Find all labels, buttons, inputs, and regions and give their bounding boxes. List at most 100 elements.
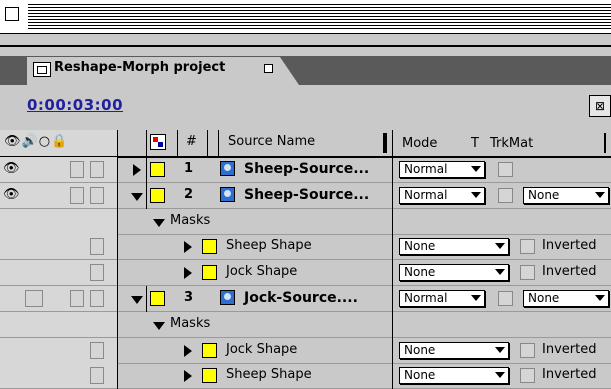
column-divider	[146, 286, 147, 312]
layer-number: 1	[184, 161, 194, 176]
layer-source-name[interactable]: Jock-Source....	[244, 290, 358, 306]
chevron-down-icon	[495, 372, 505, 378]
column-resize-handle[interactable]	[383, 133, 387, 153]
inverted-label: Inverted	[542, 238, 597, 253]
toolbar-divider	[0, 45, 611, 47]
video-switch[interactable]	[25, 290, 43, 307]
mode-dropdown[interactable]: Normal	[399, 161, 485, 178]
tab-title[interactable]: Reshape-Morph project	[54, 60, 225, 75]
trkmat-value: None	[528, 188, 560, 202]
mode-dropdown[interactable]: Normal	[399, 290, 485, 307]
trkmat-value: None	[528, 291, 560, 305]
footage-icon	[220, 290, 235, 305]
twirl-down-icon[interactable]	[153, 219, 165, 227]
mode-dropdown[interactable]: Normal	[399, 187, 485, 204]
switch-cell	[0, 312, 117, 338]
trkmat-header: TrkMat	[490, 136, 534, 151]
inverted-checkbox[interactable]	[520, 368, 535, 383]
twirl-right-icon[interactable]	[133, 164, 141, 176]
column-divider	[392, 209, 393, 235]
column-divider	[392, 312, 393, 338]
label-color-swatch[interactable]	[150, 188, 165, 203]
chevron-down-icon	[595, 295, 605, 301]
twirl-down-icon[interactable]	[153, 322, 165, 330]
column-divider	[146, 157, 147, 183]
column-divider	[117, 312, 118, 338]
twirl-right-icon[interactable]	[184, 345, 192, 357]
column-divider	[117, 209, 118, 235]
twirl-right-icon[interactable]	[184, 370, 192, 382]
inverted-checkbox[interactable]	[520, 265, 535, 280]
label-color-swatch[interactable]	[150, 162, 165, 177]
label-color-swatch[interactable]	[150, 291, 165, 306]
eye-icon[interactable]: 👁	[3, 161, 20, 176]
mask-mode-dropdown[interactable]: None	[399, 264, 509, 281]
current-time-display[interactable]: 0:00:03:00	[27, 96, 123, 114]
trkmat-dropdown[interactable]: None	[523, 187, 609, 204]
twirl-down-icon[interactable]	[131, 193, 143, 201]
mask-color-swatch[interactable]	[202, 368, 217, 383]
mask-color-swatch[interactable]	[202, 343, 217, 358]
twirl-right-icon[interactable]	[184, 267, 192, 279]
chevron-down-icon	[471, 295, 481, 301]
mode-value: Normal	[404, 188, 448, 202]
preserve-transparency-checkbox[interactable]	[498, 291, 513, 306]
column-divider	[392, 260, 393, 286]
layer-source-name[interactable]: Sheep-Source...	[244, 161, 369, 177]
lock-switch[interactable]	[90, 264, 104, 281]
window-close-box[interactable]	[5, 7, 19, 21]
chevron-down-icon	[495, 243, 505, 249]
mask-name[interactable]: Sheep Shape	[226, 238, 312, 253]
eye-icon[interactable]: 👁	[3, 187, 20, 202]
chevron-down-icon	[471, 192, 481, 198]
lock-switch[interactable]	[90, 238, 104, 255]
lock-switch[interactable]	[90, 342, 104, 359]
inverted-checkbox[interactable]	[520, 239, 535, 254]
mask-mode-dropdown[interactable]: None	[399, 367, 509, 384]
footage-icon	[220, 161, 235, 176]
column-divider	[117, 363, 118, 389]
lock-switch[interactable]	[90, 290, 104, 307]
column-divider	[146, 183, 147, 209]
switch-cell	[0, 209, 117, 235]
source-name-header[interactable]: Source Name	[228, 134, 315, 149]
label-color-icon[interactable]	[150, 134, 166, 150]
masks-group-label: Masks	[170, 213, 211, 228]
inverted-checkbox[interactable]	[520, 343, 535, 358]
solo-switch[interactable]	[70, 161, 84, 178]
mode-value: Normal	[404, 291, 448, 305]
chevron-down-icon	[495, 269, 505, 275]
chevron-down-icon	[595, 192, 605, 198]
column-divider	[392, 157, 393, 183]
twirl-right-icon[interactable]	[184, 241, 192, 253]
mask-mode-value: None	[404, 265, 436, 279]
column-divider	[604, 133, 606, 153]
lock-switch[interactable]	[90, 187, 104, 204]
lock-switch[interactable]	[90, 161, 104, 178]
mask-color-swatch[interactable]	[202, 239, 217, 254]
comp-window-button[interactable]: ⊠	[589, 95, 611, 117]
lock-switch[interactable]	[90, 367, 104, 384]
column-divider	[117, 234, 118, 260]
solo-switch[interactable]	[70, 187, 84, 204]
mask-name[interactable]: Jock Shape	[226, 342, 297, 357]
solo-switch[interactable]	[70, 290, 84, 307]
twirl-down-icon[interactable]	[131, 296, 143, 304]
tab-close-icon[interactable]	[264, 64, 273, 73]
mask-mode-value: None	[404, 343, 436, 357]
footage-icon	[220, 187, 235, 202]
t-header: T	[471, 136, 479, 151]
layer-source-name[interactable]: Sheep-Source...	[244, 187, 369, 203]
mask-name[interactable]: Sheep Shape	[226, 367, 312, 382]
trkmat-dropdown[interactable]: None	[523, 290, 609, 307]
mask-mode-dropdown[interactable]: None	[399, 342, 509, 359]
preserve-transparency-checkbox[interactable]	[498, 188, 513, 203]
layer-number: 3	[184, 290, 194, 305]
mask-mode-dropdown[interactable]: None	[399, 238, 509, 255]
preserve-transparency-checkbox[interactable]	[498, 162, 513, 177]
layer-number-header[interactable]: #	[186, 134, 197, 149]
column-divider	[392, 286, 393, 312]
inverted-label: Inverted	[542, 342, 597, 357]
mask-name[interactable]: Jock Shape	[226, 264, 297, 279]
mask-color-swatch[interactable]	[202, 265, 217, 280]
